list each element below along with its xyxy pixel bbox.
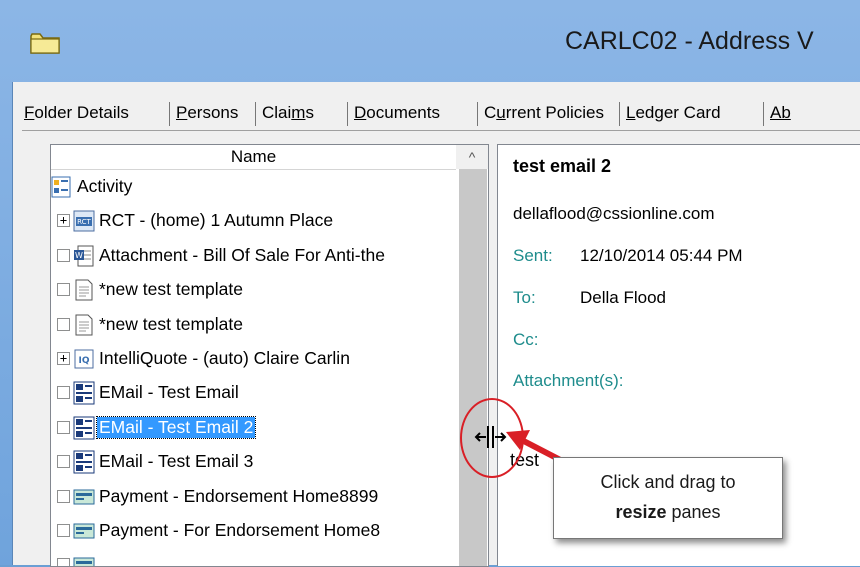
tab-strip: Folder Details Persons Claims Documents Curr… — [22, 98, 860, 130]
tab-6[interactable]: Ledger Card — [624, 98, 723, 128]
document-icon — [73, 313, 95, 337]
tab-separator — [619, 102, 620, 126]
to-label: To: — [513, 288, 536, 307]
item-checkbox[interactable] — [57, 489, 70, 503]
tab-label-pre: C — [484, 103, 497, 122]
tab-separator — [169, 102, 170, 126]
email-subject: test email 2 — [513, 156, 612, 176]
item-checkbox[interactable] — [57, 524, 70, 537]
column-header-name[interactable]: Name — [51, 145, 456, 170]
list-item[interactable]: + IQ IntelliQuote - (auto) Claire Carlin — [51, 343, 459, 375]
list-item-label: Attachment - Bill Of Sale For Anti-the — [99, 244, 385, 265]
payment-icon — [73, 485, 95, 509]
rct-policy-icon: RCT — [73, 209, 95, 233]
tab-label-accel: Ab — [770, 103, 791, 122]
scroll-header-corner: ^ — [456, 145, 488, 169]
svg-text:RCT: RCT — [77, 218, 91, 226]
list-item[interactable]: EMail - Test Email — [51, 377, 459, 409]
tab-label-post: ocuments — [366, 103, 440, 122]
list-item-label: EMail - Test Email 2 — [95, 415, 257, 439]
tab-label-accel: F — [24, 103, 35, 122]
attachments-label: Attachment(s): — [513, 371, 624, 390]
list-item[interactable] — [51, 549, 459, 566]
payment-icon — [73, 519, 95, 543]
list-item-label: Activity — [77, 176, 133, 196]
tab-label-accel: D — [354, 103, 367, 122]
list-item-label: EMail - Test Email — [99, 382, 239, 403]
cc-label: Cc: — [513, 330, 539, 349]
intelliquote-icon: IQ — [73, 347, 95, 371]
tab-7[interactable]: Ab — [768, 98, 793, 128]
word-document-icon: W — [73, 244, 95, 268]
list-item[interactable]: EMail - Test Email 2 — [51, 412, 459, 444]
list-item[interactable]: Payment - Endorsement Home8899 — [51, 481, 459, 513]
tab-5[interactable]: Current Policies — [482, 98, 606, 128]
email-icon — [73, 416, 95, 440]
list-item-label: *new test template — [99, 279, 243, 300]
list-item[interactable]: + RCT RCT - (home) 1 Autumn Place — [51, 205, 459, 237]
list-item[interactable]: *new test template — [51, 274, 459, 306]
annotation-callout: Click and drag to resize panes — [553, 457, 783, 539]
tab-1[interactable]: Folder Details — [22, 98, 131, 128]
callout-line-1: Click and drag to — [600, 472, 736, 492]
item-checkbox[interactable] — [57, 455, 70, 469]
item-checkbox[interactable] — [57, 386, 70, 400]
tab-4[interactable]: Documents — [352, 98, 442, 128]
list-item-label: Payment - Endorsement Home8899 — [99, 485, 379, 506]
tab-3[interactable]: Claims — [260, 98, 316, 128]
svg-text:IQ: IQ — [79, 356, 90, 366]
tab-label-post: s — [305, 103, 314, 122]
callout-line-2-rest: panes — [666, 502, 721, 522]
column-header-label: Name — [230, 147, 277, 166]
to-value: Della Flood — [580, 288, 666, 307]
tab-label-accel: P — [176, 103, 188, 122]
tab-separator — [763, 102, 764, 126]
tab-label-accel: u — [496, 103, 506, 122]
list-item-label: Payment - For Endorsement Home8 — [99, 520, 381, 540]
tab-label-post: older Details — [34, 103, 129, 122]
item-checkbox[interactable] — [57, 283, 70, 297]
tab-label-post: ersons — [187, 103, 239, 122]
list-item-label: EMail - Test Email 3 — [99, 451, 254, 472]
tab-divider — [22, 130, 860, 131]
activity-icon — [51, 175, 73, 199]
callout-bold-word: resize — [615, 502, 667, 522]
tab-separator — [347, 102, 348, 126]
expand-icon[interactable]: + — [57, 214, 70, 228]
tab-label-pre: Clai — [262, 103, 292, 122]
list-item-label: RCT - (home) 1 Autumn Place — [99, 210, 334, 231]
tab-label-accel: m — [291, 103, 306, 122]
expand-icon[interactable]: + — [57, 352, 70, 365]
document-icon — [73, 278, 95, 302]
svg-text:W: W — [75, 251, 83, 260]
list-item[interactable]: *new test template — [51, 309, 459, 341]
item-checkbox[interactable] — [57, 317, 70, 331]
documents-list-pane[interactable]: Name ^ Activity + RCT RCT - (home) 1 Autumn… — [50, 144, 489, 567]
email-icon — [73, 381, 95, 405]
tab-2[interactable]: Persons — [174, 98, 240, 128]
list-item[interactable]: EMail - Test Email 3 — [51, 446, 459, 478]
title-bar[interactable]: CARLC02 - Address V — [0, 0, 860, 82]
window-title: CARLC02 - Address V — [565, 27, 814, 55]
list-item[interactable]: W Attachment - Bill Of Sale For Anti-the — [51, 240, 459, 272]
sent-value: 12/10/2014 05:44 PM — [580, 246, 743, 265]
email-from: dellaflood@cssionline.com — [513, 204, 715, 223]
sent-label: Sent: — [513, 246, 553, 265]
tab-label-post: edger Card — [635, 103, 721, 122]
folder-icon — [30, 33, 60, 54]
item-checkbox[interactable] — [57, 248, 70, 262]
list-item[interactable]: Activity — [51, 171, 459, 203]
vertical-scrollbar[interactable] — [459, 169, 487, 566]
email-icon — [73, 450, 95, 474]
tab-label-post: rrent Policies — [505, 103, 605, 122]
list-item-label: IntelliQuote - (auto) Claire Carlin — [99, 348, 350, 368]
callout-line-2: resize panes — [554, 502, 782, 523]
item-checkbox[interactable] — [57, 558, 70, 566]
list-item[interactable]: Payment - For Endorsement Home8 — [51, 515, 459, 547]
list-item-label: *new test template — [99, 313, 243, 334]
item-checkbox[interactable] — [57, 420, 70, 434]
sort-indicator-icon[interactable]: ^ — [456, 149, 488, 165]
tab-separator — [477, 102, 478, 126]
tab-separator — [255, 102, 256, 126]
